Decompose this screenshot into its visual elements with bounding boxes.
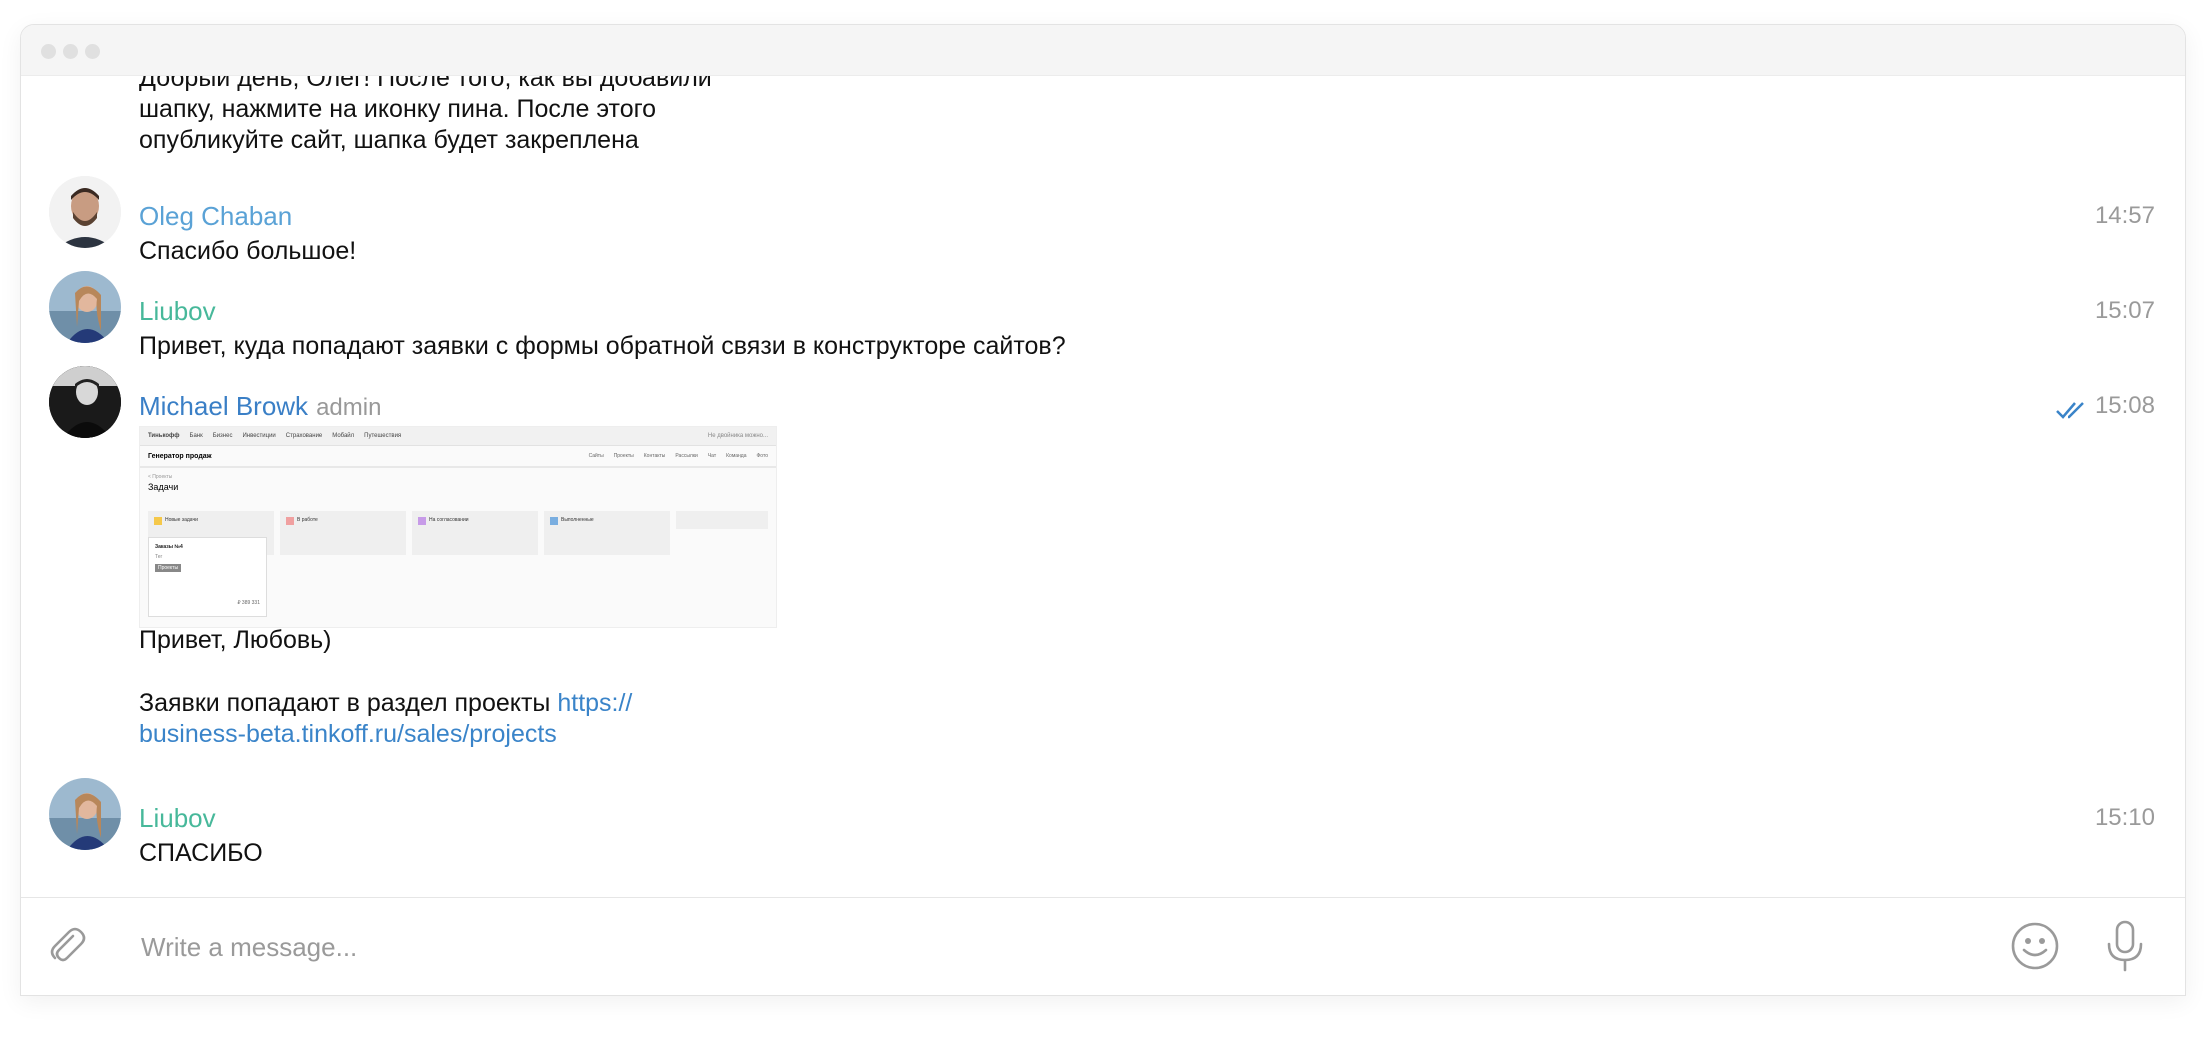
attachment-column: Выполненные bbox=[544, 511, 670, 555]
avatar[interactable] bbox=[49, 271, 121, 343]
message-composer bbox=[21, 897, 2185, 995]
attachment-nav-item: Страхование bbox=[285, 433, 323, 439]
emoji-icon[interactable] bbox=[2009, 920, 2061, 977]
message-text: Заявки попадают в раздел проекты https:/… bbox=[139, 687, 632, 719]
attachment-column: В работе bbox=[280, 511, 406, 555]
avatar[interactable] bbox=[49, 176, 121, 248]
message-link[interactable]: business-beta.tinkoff.ru/sales/projects bbox=[139, 720, 557, 748]
message-text: business-beta.tinkoff.ru/sales/projects bbox=[139, 718, 557, 750]
window-minimize-dot[interactable] bbox=[63, 44, 78, 59]
author-name[interactable]: Liubov bbox=[139, 802, 216, 834]
attachment-nav-item: Инвестиции bbox=[242, 433, 276, 439]
attachment-card: Заказы №4 Тег Проекты ₽ 389 331 bbox=[148, 537, 267, 617]
message-text-line: опубликуйте сайт, шапка будет закреплена bbox=[139, 126, 639, 154]
attachment-header: Генератор продаж Сайты Проекты Контакты … bbox=[140, 446, 776, 468]
attachment-nav-item: Мобайл bbox=[332, 433, 355, 439]
attachment-nav-item: Бизнес bbox=[212, 433, 233, 439]
attachment-column-add bbox=[676, 511, 768, 529]
paperclip-icon[interactable] bbox=[43, 922, 91, 975]
attachment-nav-item: Банк bbox=[189, 433, 203, 439]
image-attachment[interactable]: Тинькофф Банк Бизнес Инвестиции Страхова… bbox=[139, 426, 777, 628]
attachment-tab: Команда bbox=[726, 453, 747, 459]
attachment-search: Не двойника можно... bbox=[707, 433, 768, 439]
avatar[interactable] bbox=[49, 778, 121, 850]
message-input[interactable] bbox=[139, 924, 1943, 970]
chat-window: Добрый день, Олег! После того, как вы до… bbox=[20, 24, 2186, 996]
message-text-line: шапку, нажмите на иконку пина. После это… bbox=[139, 95, 657, 123]
attachment-page-title: Задачи bbox=[148, 482, 179, 492]
attachment-tab: Рассылки bbox=[675, 453, 698, 459]
attachment-nav: Тинькофф Банк Бизнес Инвестиции Страхова… bbox=[140, 427, 776, 446]
attachment-brand: Тинькофф bbox=[148, 433, 180, 439]
message-time-text: 15:08 bbox=[2094, 392, 2155, 419]
message-list[interactable]: Добрый день, Олег! После того, как вы до… bbox=[21, 76, 2185, 921]
avatar[interactable] bbox=[49, 366, 121, 438]
attachment-app-title: Генератор продаж bbox=[148, 452, 212, 460]
author-role: admin bbox=[316, 394, 382, 421]
attachment-column: На согласовании bbox=[412, 511, 538, 555]
message-time: 15:10 bbox=[2094, 804, 2155, 831]
message-text: Спасибо большое! bbox=[139, 237, 357, 265]
message-time: 14:57 bbox=[2094, 202, 2155, 229]
attachment-nav-item: Путешествия bbox=[364, 433, 402, 439]
message-text-line: Добрый день, Олег! После того, как вы до… bbox=[139, 76, 712, 92]
attachment-tab: Проекты bbox=[613, 453, 634, 459]
message-text: СПАСИБО bbox=[139, 839, 263, 867]
message-text: Привет, куда попадают заявки с формы обр… bbox=[139, 332, 1066, 360]
message-link[interactable]: https:// bbox=[557, 689, 632, 717]
author-name[interactable]: Liubov bbox=[139, 295, 216, 327]
attachment-tab: Фото bbox=[756, 453, 769, 459]
author-name[interactable]: Oleg Chaban bbox=[139, 200, 292, 232]
window-zoom-dot[interactable] bbox=[85, 44, 100, 59]
attachment-tab: Контакты bbox=[643, 453, 666, 459]
attachment-tab: Чат bbox=[707, 453, 717, 459]
message-text: Привет, Любовь) bbox=[139, 626, 332, 654]
attachment-tab: Сайты bbox=[588, 453, 604, 459]
message-text-prefix: Заявки попадают в раздел проекты bbox=[139, 689, 558, 717]
title-bar bbox=[21, 25, 2185, 76]
microphone-icon[interactable] bbox=[2101, 918, 2149, 979]
message-time: 15:08 bbox=[2055, 390, 2155, 422]
attachment-crumb: < Проекты bbox=[148, 474, 173, 480]
author-name-text[interactable]: Michael Browk bbox=[139, 391, 308, 421]
double-check-icon bbox=[2055, 397, 2089, 419]
window-close-dot[interactable] bbox=[41, 44, 56, 59]
author-name[interactable]: Michael Browk admin bbox=[139, 390, 381, 424]
message-time: 15:07 bbox=[2094, 297, 2155, 324]
